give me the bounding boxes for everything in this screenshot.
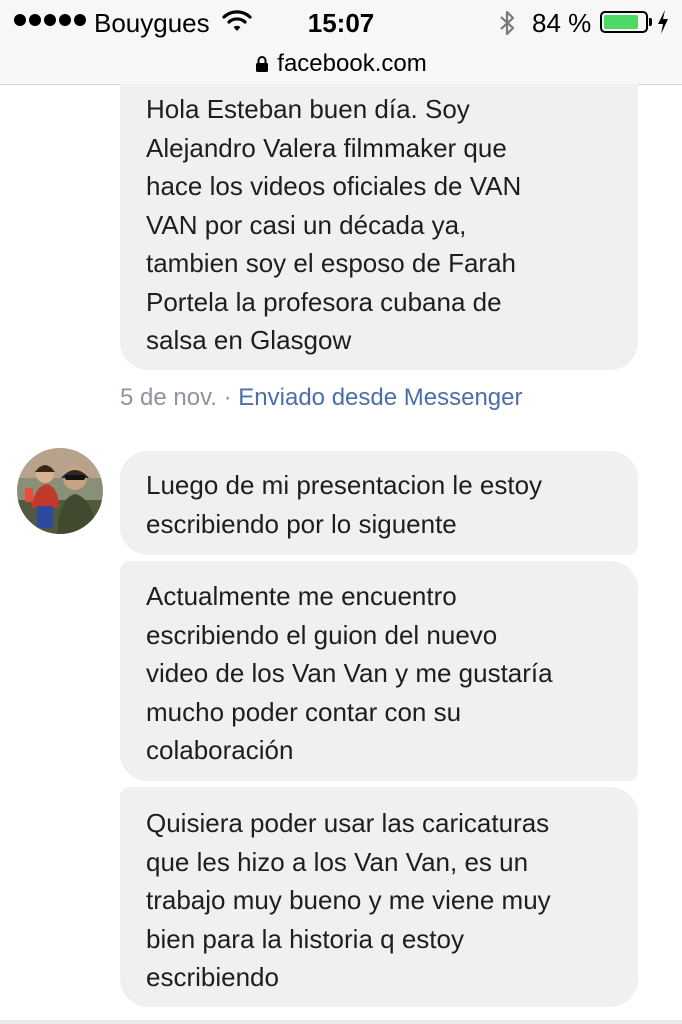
charging-bolt-icon	[658, 10, 668, 34]
battery-percent: 84 %	[532, 8, 592, 38]
meta-separator: ·	[216, 384, 239, 411]
battery-level-fill	[604, 15, 638, 29]
avatar-photo-icon	[17, 448, 103, 534]
lock-icon	[256, 56, 269, 72]
message-bubble[interactable]: Actualmente me encuentro escribiendo el …	[120, 561, 638, 781]
battery-icon	[600, 11, 652, 33]
sent-from-messenger-link[interactable]: Enviado desde Messenger	[238, 384, 522, 411]
message-meta: 5 de nov. · Enviado desde Messenger	[120, 382, 522, 414]
status-bar: Bouygues 15:07 84 %	[0, 0, 682, 44]
page: Bouygues 15:07 84 % facebook.com Hola Es…	[0, 0, 682, 1024]
message-bubble[interactable]: Hola Esteban buen día. Soy Alejandro Val…	[120, 84, 638, 370]
message-bubble[interactable]: Luego de mi presentacion le estoy escrib…	[120, 451, 638, 555]
address-bar[interactable]: facebook.com	[0, 44, 682, 85]
avatar[interactable]	[17, 448, 103, 534]
message-timestamp: 5 de nov.	[120, 384, 217, 411]
bluetooth-icon	[500, 10, 515, 36]
page-url[interactable]: facebook.com	[277, 49, 426, 79]
bottom-divider	[0, 1020, 682, 1024]
message-bubble[interactable]: Quisiera poder usar las caricaturas que …	[120, 787, 638, 1007]
